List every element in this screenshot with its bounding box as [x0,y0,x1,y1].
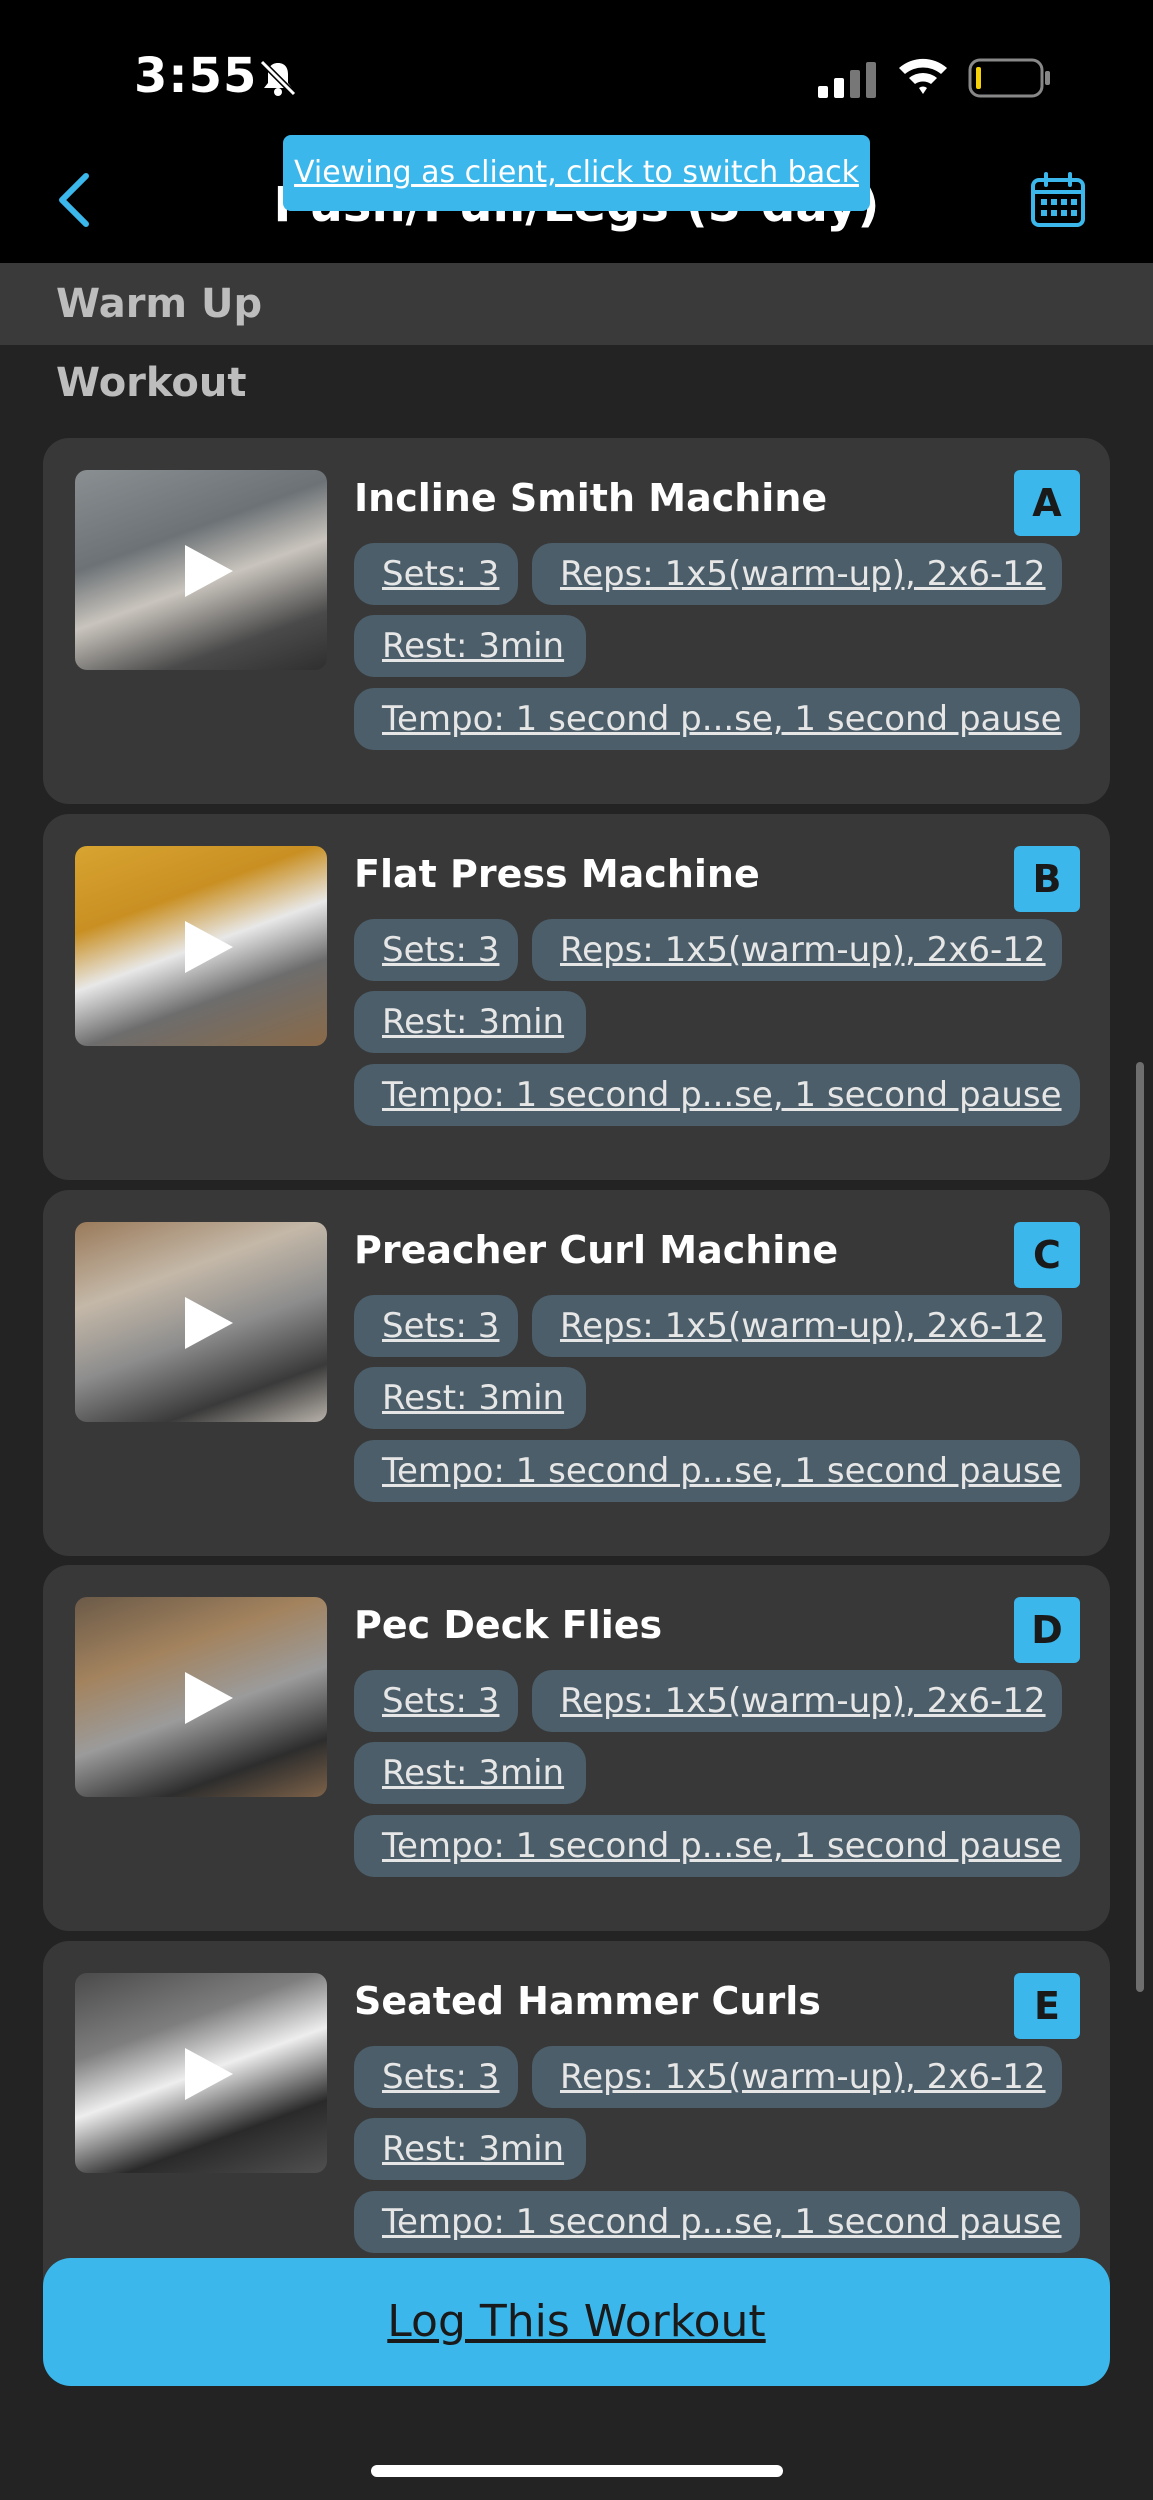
reps-pill[interactable]: Reps: 1x5(warm-up), 2x6-12 [532,1295,1062,1357]
rest-pill[interactable]: Rest: 3min [354,615,586,677]
exercise-name: Flat Press Machine [354,852,760,896]
workout-label: Workout [56,360,247,406]
reps-pill[interactable]: Reps: 1x5(warm-up), 2x6-12 [532,919,1062,981]
sets-pill[interactable]: Sets: 3 [354,1670,518,1732]
cellular-signal-icon [818,62,876,98]
home-indicator[interactable] [371,2465,783,2477]
reps-pill[interactable]: Reps: 1x5(warm-up), 2x6-12 [532,2046,1062,2108]
exercise-card[interactable]: Pec Deck Flies D Sets: 3 Reps: 1x5(warm-… [43,1565,1110,1931]
reps-pill[interactable]: Reps: 1x5(warm-up), 2x6-12 [532,1670,1062,1732]
scrollbar[interactable] [1136,1062,1144,1992]
exercise-video-thumbnail[interactable] [75,1597,327,1797]
exercise-name: Seated Hammer Curls [354,1979,821,2023]
battery-icon [968,58,1050,98]
exercise-card[interactable]: Incline Smith Machine A Sets: 3 Reps: 1x… [43,438,1110,804]
exercise-name: Pec Deck Flies [354,1603,663,1647]
play-icon[interactable] [181,1294,235,1352]
tempo-pill[interactable]: Tempo: 1 second p...se, 1 second pause [354,1815,1080,1877]
rest-pill[interactable]: Rest: 3min [354,2118,586,2180]
exercise-letter-badge: E [1014,1973,1080,2039]
wifi-icon [899,58,947,94]
play-icon[interactable] [181,2045,235,2103]
exercise-video-thumbnail[interactable] [75,1973,327,2173]
exercise-letter-badge: A [1014,470,1080,536]
exercise-card[interactable]: Flat Press Machine B Sets: 3 Reps: 1x5(w… [43,814,1110,1180]
reps-pill[interactable]: Reps: 1x5(warm-up), 2x6-12 [532,543,1062,605]
sets-pill[interactable]: Sets: 3 [354,1295,518,1357]
tempo-pill[interactable]: Tempo: 1 second p...se, 1 second pause [354,1440,1080,1502]
play-icon[interactable] [181,542,235,600]
exercise-name: Preacher Curl Machine [354,1228,839,1272]
exercise-video-thumbnail[interactable] [75,1222,327,1422]
exercise-video-thumbnail[interactable] [75,846,327,1046]
rest-pill[interactable]: Rest: 3min [354,991,586,1053]
exercise-letter-badge: C [1014,1222,1080,1288]
tempo-pill[interactable]: Tempo: 1 second p...se, 1 second pause [354,1064,1080,1126]
sets-pill[interactable]: Sets: 3 [354,543,518,605]
warmup-section[interactable]: Warm Up [0,263,1153,345]
exercise-card[interactable]: Seated Hammer Curls E Sets: 3 Reps: 1x5(… [43,1941,1110,2307]
rest-pill[interactable]: Rest: 3min [354,1367,586,1429]
calendar-icon[interactable] [1030,172,1086,228]
status-time: 3:55 [134,48,258,104]
log-workout-button[interactable]: Log This Workout [43,2258,1110,2386]
play-icon[interactable] [181,1669,235,1727]
exercise-video-thumbnail[interactable] [75,470,327,670]
exercise-name: Incline Smith Machine [354,476,828,520]
exercise-letter-badge: B [1014,846,1080,912]
exercise-card[interactable]: Preacher Curl Machine C Sets: 3 Reps: 1x… [43,1190,1110,1556]
status-bar: 3:55 [0,0,1153,135]
exercise-letter-badge: D [1014,1597,1080,1663]
play-icon[interactable] [181,918,235,976]
warmup-label: Warm Up [56,281,263,327]
switch-back-banner[interactable]: Viewing as client, click to switch back [283,135,870,211]
sets-pill[interactable]: Sets: 3 [354,2046,518,2108]
rest-pill[interactable]: Rest: 3min [354,1742,586,1804]
bell-muted-icon [259,59,297,97]
sets-pill[interactable]: Sets: 3 [354,919,518,981]
tempo-pill[interactable]: Tempo: 1 second p...se, 1 second pause [354,2191,1080,2253]
tempo-pill[interactable]: Tempo: 1 second p...se, 1 second pause [354,688,1080,750]
